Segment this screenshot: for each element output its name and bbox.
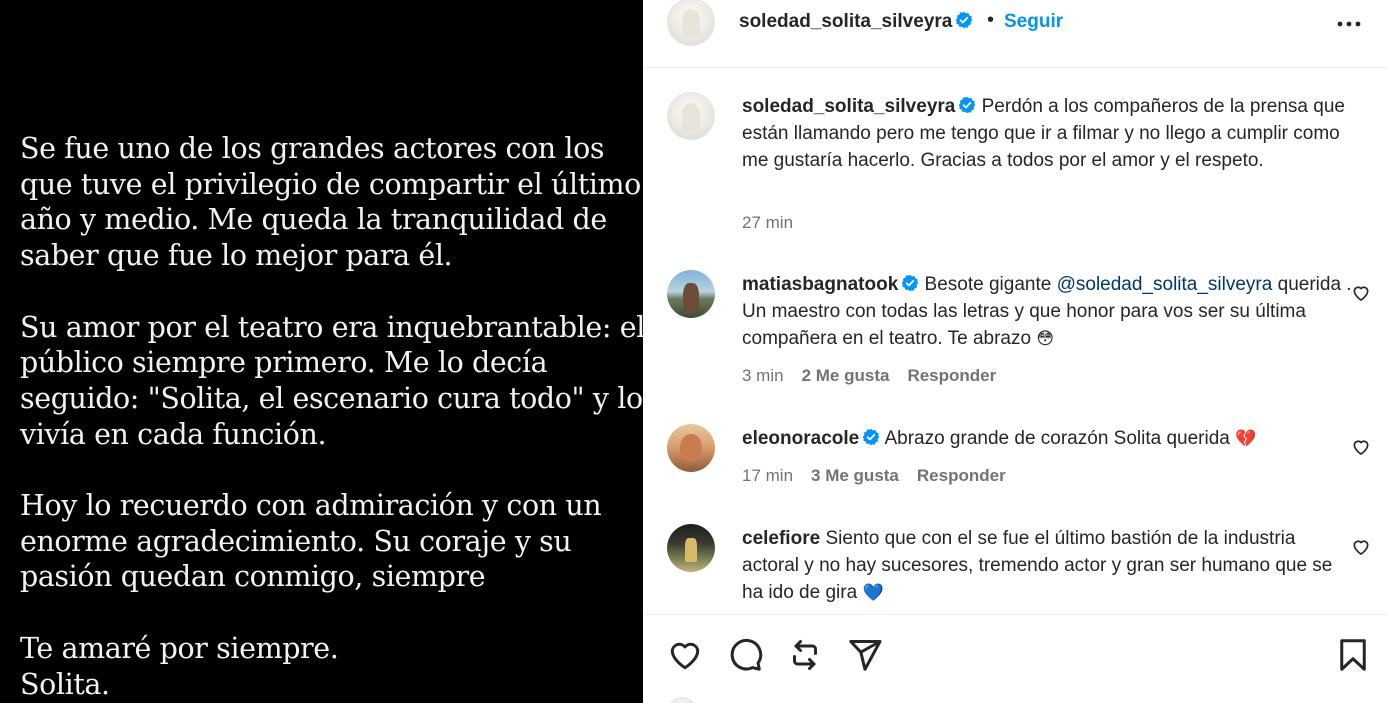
- like-comment-heart-icon[interactable]: [1351, 437, 1371, 457]
- caption-username[interactable]: soledad_solita_silveyra: [742, 96, 955, 117]
- comment-body: celefiore Siento que con el se fue el úl…: [742, 525, 1352, 607]
- verified-badge-icon: [862, 428, 880, 446]
- comment-mention-link[interactable]: @soledad_solita_silveyra: [1057, 274, 1273, 295]
- image-text-line: Hoy lo recuerdo con admiración y con un: [20, 489, 602, 522]
- image-paragraph-4: Te amaré por siempre. Solita.: [20, 631, 630, 702]
- image-text-line: seguido: "Solita, el escenario cura todo…: [20, 381, 643, 415]
- image-text-line: Su amor por el teatro era inquebrantable…: [20, 310, 643, 344]
- image-text-line: Solita.: [20, 667, 110, 701]
- comments-list[interactable]: soledad_solita_silveyra Perdón a los com…: [643, 68, 1387, 614]
- image-paragraph-2: Su amor por el teatro era inquebrantable…: [20, 310, 643, 453]
- image-paragraph-1: Se fue uno de los grandes actores con lo…: [20, 131, 641, 274]
- caption-time[interactable]: 27 min: [742, 213, 793, 232]
- comment-username[interactable]: matiasbagnatook: [742, 274, 898, 295]
- commenter-avatar[interactable]: [667, 270, 715, 318]
- image-text-line: público siempre primero. Me lo decía: [20, 346, 548, 380]
- verified-badge-icon: [959, 96, 976, 114]
- post-image[interactable]: Se fue uno de los grandes actores con lo…: [0, 0, 643, 703]
- image-text-line: año y medio. Me queda la tranquilidad de: [20, 203, 607, 237]
- comment-text: Abrazo grande de corazón Solita querida: [884, 428, 1230, 449]
- like-comment-heart-icon[interactable]: [1351, 537, 1371, 557]
- comment-icon[interactable]: [727, 637, 763, 673]
- bookmark-icon[interactable]: [1335, 637, 1371, 673]
- like-comment-heart-icon[interactable]: [1351, 283, 1371, 303]
- comment-username[interactable]: celefiore: [742, 528, 820, 549]
- broken-heart-emoji: 💔: [1235, 429, 1257, 449]
- comment-meta: 3 min 2 Me gusta Responder: [742, 366, 1014, 386]
- comment-likes-count[interactable]: 2 Me gusta: [802, 366, 890, 385]
- comment-time[interactable]: 17 min: [742, 466, 793, 485]
- comment-meta: 17 min 3 Me gusta Responder: [742, 466, 1024, 486]
- header-separator: •: [987, 9, 995, 31]
- more-horizontal-icon[interactable]: [1335, 12, 1363, 36]
- image-text-line: vivía en cada función.: [20, 417, 327, 451]
- image-text-line: enorme agradecimiento. Su coraje y su: [20, 524, 572, 558]
- repost-icon[interactable]: [787, 637, 823, 673]
- image-text-line: saber que fue lo mejor para él.: [20, 239, 453, 273]
- commenter-avatar[interactable]: [667, 424, 715, 472]
- share-icon[interactable]: [847, 637, 883, 673]
- comment-text: Siento que con el se fue el último basti…: [742, 528, 1333, 603]
- caption-body: soledad_solita_silveyra Perdón a los com…: [742, 93, 1352, 174]
- image-text-line: Se fue uno de los grandes actores con lo…: [20, 132, 605, 165]
- reply-button[interactable]: Responder: [917, 466, 1006, 485]
- caption-meta: 27 min: [742, 213, 811, 233]
- post-details-panel: soledad_solita_silveyra • Seguir soledad…: [643, 0, 1387, 703]
- comment-body: eleonoracole Abrazo grande de corazón So…: [742, 425, 1352, 453]
- comment-text: Besote gigante: [924, 274, 1057, 295]
- comment-body: matiasbagnatook Besote gigante @soledad_…: [742, 271, 1352, 353]
- commenter-avatar[interactable]: [667, 524, 715, 572]
- post-image-text: Se fue uno de los grandes actores con lo…: [20, 131, 643, 702]
- image-paragraph-3: Hoy lo recuerdo con admiración y con un …: [20, 488, 630, 595]
- image-text-line: Te amaré por siempre.: [20, 631, 339, 665]
- heart-icon[interactable]: [667, 637, 703, 673]
- image-text-line: pasión quedan conmigo, siempre: [20, 560, 486, 594]
- post-action-bar: [643, 614, 1387, 703]
- author-username[interactable]: soledad_solita_silveyra: [739, 11, 973, 33]
- author-avatar[interactable]: [667, 0, 715, 46]
- comment-username[interactable]: eleonoracole: [742, 428, 859, 449]
- comment-likes-count[interactable]: 3 Me gusta: [811, 466, 899, 485]
- comment-time[interactable]: 3 min: [742, 366, 784, 385]
- author-username-text[interactable]: soledad_solita_silveyra: [739, 11, 952, 32]
- follow-button[interactable]: Seguir: [1004, 11, 1063, 33]
- reply-button[interactable]: Responder: [907, 366, 996, 385]
- verified-badge-icon: [956, 11, 973, 29]
- post-header: soledad_solita_silveyra • Seguir: [643, 0, 1387, 68]
- blue-heart-emoji: 💙: [862, 583, 884, 603]
- image-text-line: que tuve el privilegio de compartir el ú…: [20, 167, 641, 201]
- verified-badge-icon: [902, 274, 919, 292]
- liked-by-avatar: [667, 697, 697, 703]
- flushed-face-emoji: 😳: [1036, 329, 1055, 349]
- caption-avatar[interactable]: [667, 92, 715, 140]
